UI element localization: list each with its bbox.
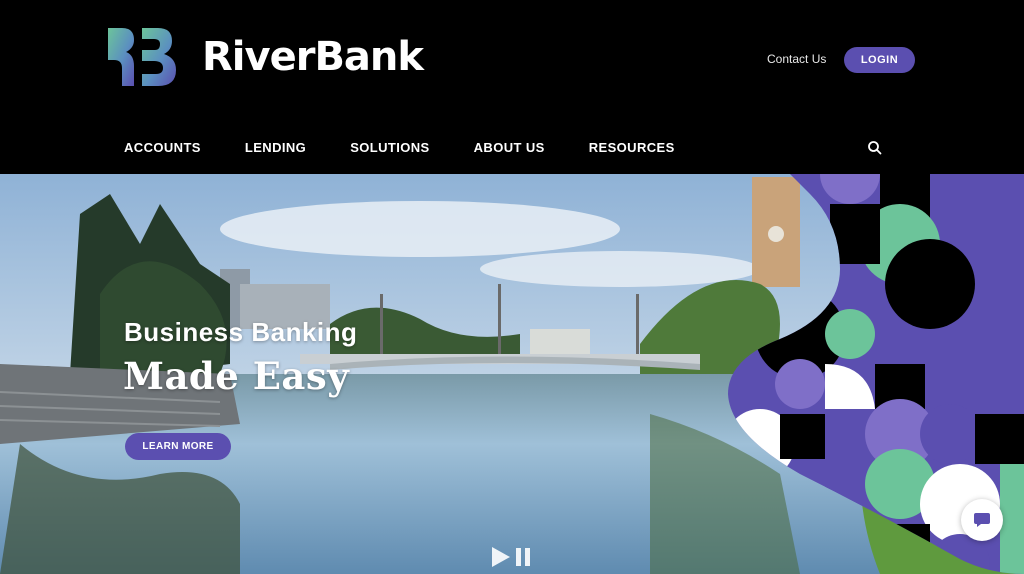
hero-title: Made Easy [123,354,350,398]
play-icon[interactable] [491,546,511,568]
hero-banner: Business Banking Made Easy LEARN MORE [0,174,1024,574]
chat-bubble-icon [974,513,990,527]
login-button[interactable]: LOGIN [844,47,915,73]
learn-more-button[interactable]: LEARN MORE [125,433,231,460]
riverbank-logo[interactable]: RiverBank [108,28,424,86]
nav-item-resources[interactable]: RESOURCES [589,140,675,155]
pause-icon[interactable] [515,547,531,567]
nav-item-about-us[interactable]: ABOUT US [474,140,545,155]
search-icon[interactable] [866,139,884,157]
chat-button[interactable] [961,499,1003,541]
brand-name: RiverBank [202,34,424,80]
main-nav: ACCOUNTS LENDING SOLUTIONS ABOUT US RESO… [124,140,719,155]
video-controls [491,546,531,568]
nav-item-lending[interactable]: LENDING [245,140,306,155]
contact-us-link[interactable]: Contact Us [767,52,826,66]
hero-subtitle: Business Banking [124,317,358,347]
nav-item-accounts[interactable]: ACCOUNTS [124,140,201,155]
site-header: RiverBank Contact Us LOGIN ACCOUNTS LEND… [0,0,1024,174]
nav-item-solutions[interactable]: SOLUTIONS [350,140,429,155]
riverbank-logo-mark-icon [108,28,176,86]
